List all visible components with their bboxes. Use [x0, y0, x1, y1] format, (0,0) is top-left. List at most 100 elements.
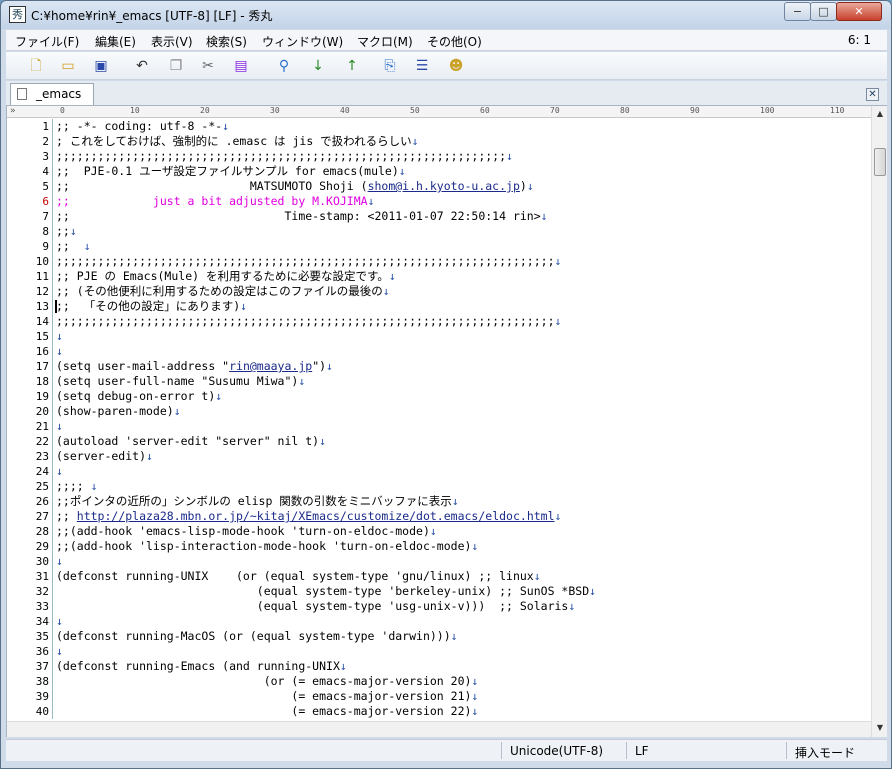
code-line[interactable]: ;;ポインタの近所の」シンボルの elisp 関数の引数をミニバッファに表示↓: [56, 494, 459, 509]
line-number[interactable]: 3: [42, 149, 49, 164]
code-line[interactable]: (setq debug-on-error t)↓: [56, 389, 222, 404]
code-line[interactable]: (defconst running-MacOS (or (equal syste…: [56, 629, 458, 644]
line-number[interactable]: 9: [42, 239, 49, 254]
code-line[interactable]: ;; just a bit adjusted by M.KOJIMA↓: [56, 194, 375, 209]
line-number[interactable]: 28: [36, 524, 49, 539]
line-number[interactable]: 13: [36, 299, 49, 314]
maximize-button[interactable]: □: [810, 2, 837, 21]
line-number[interactable]: 26: [36, 494, 49, 509]
code-line[interactable]: ;; 「その他の設定」にあります)↓: [56, 299, 247, 314]
minimize-button[interactable]: −: [784, 2, 811, 21]
line-number[interactable]: 17: [36, 359, 49, 374]
cut-icon[interactable]: ✂: [198, 56, 218, 76]
code-line[interactable]: (equal system-type 'berkeley-unix) ;; Su…: [56, 584, 596, 599]
line-number[interactable]: 15: [36, 329, 49, 344]
line-number[interactable]: 14: [36, 314, 49, 329]
scroll-down-icon[interactable]: ▼: [873, 721, 887, 735]
code-line[interactable]: ;;(add-hook 'lisp-interaction-mode-hook …: [56, 539, 478, 554]
line-number[interactable]: 7: [42, 209, 49, 224]
code-line[interactable]: ;; PJE-0.1 ユーザ設定ファイルサンプル for emacs(mule)…: [56, 164, 406, 179]
line-number[interactable]: 4: [42, 164, 49, 179]
code-line[interactable]: ;;;;;;;;;;;;;;;;;;;;;;;;;;;;;;;;;;;;;;;;…: [56, 314, 561, 329]
line-number[interactable]: 11: [36, 269, 49, 284]
code-line[interactable]: ;;;; ↓: [56, 479, 98, 494]
line-number[interactable]: 12: [36, 284, 49, 299]
grep-icon[interactable]: ⎘: [380, 56, 400, 76]
menu-other[interactable]: その他(O): [427, 33, 482, 50]
code-line[interactable]: ↓: [56, 554, 63, 569]
code-line[interactable]: ↓: [56, 464, 63, 479]
text-editor[interactable]: » 0 10 20 30 40 50 60 70 80 90 100 110 1 2 3 4 5 6 7 8 9 10 1…: [6, 105, 887, 737]
tab-close-icon[interactable]: ✕: [866, 88, 879, 101]
line-number[interactable]: 39: [36, 689, 49, 704]
line-number[interactable]: 22: [36, 434, 49, 449]
hidemaru-app-icon[interactable]: 秀: [9, 6, 26, 23]
editor-text-area[interactable]: ;; -*- coding: utf-8 -*-↓; これをしておけば、強制的に…: [54, 119, 870, 719]
code-line[interactable]: ;; PJE の Emacs(Mule) を利用するために必要な設定です。↓: [56, 269, 396, 284]
line-number[interactable]: 16: [36, 344, 49, 359]
status-input-mode[interactable]: 挿入モード: [795, 744, 855, 761]
code-line[interactable]: ;; (その他便利に利用するための設定はこのファイルの最後の↓: [56, 284, 390, 299]
line-number[interactable]: 10: [36, 254, 49, 269]
menu-search[interactable]: 検索(S): [206, 33, 247, 50]
code-line[interactable]: (autoload 'server-edit "server" nil t)↓: [56, 434, 326, 449]
line-number[interactable]: 29: [36, 539, 49, 554]
status-encoding[interactable]: Unicode(UTF-8): [510, 744, 603, 758]
code-line[interactable]: ↓: [56, 329, 63, 344]
paste-icon[interactable]: ▤: [231, 56, 251, 76]
line-number[interactable]: 21: [36, 419, 49, 434]
code-line[interactable]: (= emacs-major-version 22)↓: [56, 704, 478, 719]
code-line[interactable]: ↓: [56, 419, 63, 434]
scroll-up-icon[interactable]: ▲: [873, 107, 887, 121]
title-bar[interactable]: 秀 C:¥home¥rin¥_emacs [UTF-8] [LF] - 秀丸 −…: [1, 1, 891, 29]
line-number[interactable]: 1: [42, 119, 49, 134]
code-line[interactable]: (server-edit)↓: [56, 449, 153, 464]
line-number[interactable]: 36: [36, 644, 49, 659]
menu-view[interactable]: 表示(V): [151, 33, 193, 50]
line-number[interactable]: 25: [36, 479, 49, 494]
line-number[interactable]: 20: [36, 404, 49, 419]
line-number[interactable]: 32: [36, 584, 49, 599]
open-folder-icon[interactable]: ▭: [58, 56, 78, 76]
code-line[interactable]: (setq user-full-name "Susumu Miwa")↓: [56, 374, 305, 389]
code-line[interactable]: ↓: [56, 614, 63, 629]
menu-file[interactable]: ファイル(F): [15, 33, 79, 50]
line-number[interactable]: 24: [36, 464, 49, 479]
line-number[interactable]: 35: [36, 629, 49, 644]
code-line[interactable]: (setq user-mail-address "rin@maaya.jp")↓: [56, 359, 333, 374]
code-line[interactable]: ;;↓: [56, 224, 77, 239]
code-line[interactable]: ↓: [56, 344, 63, 359]
code-line[interactable]: (equal system-type 'usg-unix-v))) ;; Sol…: [56, 599, 576, 614]
line-number[interactable]: 18: [36, 374, 49, 389]
line-number[interactable]: 31: [36, 569, 49, 584]
code-line[interactable]: ;; MATSUMOTO Shoji (shom@i.h.kyoto-u.ac.…: [56, 179, 534, 194]
code-line[interactable]: (or (= emacs-major-version 20)↓: [56, 674, 479, 689]
code-line[interactable]: ;; Time-stamp: <2011-01-07 22:50:14 rin>…: [56, 209, 548, 224]
line-number[interactable]: 19: [36, 389, 49, 404]
code-line[interactable]: ;;;;;;;;;;;;;;;;;;;;;;;;;;;;;;;;;;;;;;;;…: [56, 149, 513, 164]
find-up-icon[interactable]: ↑: [342, 56, 362, 76]
line-number-gutter[interactable]: 1 2 3 4 5 6 7 8 9 10 11 12 13 14 15 16 17 18 19 20 21 22 23 24 2…: [7, 119, 53, 719]
split-window-icon[interactable]: ☰: [412, 56, 432, 76]
line-number[interactable]: 33: [36, 599, 49, 614]
line-number[interactable]: 30: [36, 554, 49, 569]
find-icon[interactable]: ⚲: [274, 56, 294, 76]
new-file-icon[interactable]: 🗋: [26, 56, 46, 76]
menu-macro[interactable]: マクロ(M): [357, 33, 413, 50]
code-line[interactable]: (= emacs-major-version 21)↓: [56, 689, 478, 704]
scroll-thumb[interactable]: [874, 148, 886, 176]
code-line[interactable]: ; これをしておけば、強制的に .emasc は jis で扱われるらしい↓: [56, 134, 419, 149]
code-line[interactable]: ↓: [56, 644, 63, 659]
line-number[interactable]: 38: [36, 674, 49, 689]
code-line[interactable]: (defconst running-Emacs (and running-UNI…: [56, 659, 347, 674]
line-number[interactable]: 40: [36, 704, 49, 719]
line-number[interactable]: 6: [42, 194, 49, 209]
save-icon[interactable]: ▣: [91, 56, 111, 76]
menu-edit[interactable]: 編集(E): [95, 33, 136, 50]
line-number[interactable]: 2: [42, 134, 49, 149]
code-line[interactable]: ;; http://plaza28.mbn.or.jp/~kitaj/XEmac…: [56, 509, 561, 524]
line-number[interactable]: 37: [36, 659, 49, 674]
line-number[interactable]: 5: [42, 179, 49, 194]
code-line[interactable]: ;; -*- coding: utf-8 -*-↓: [56, 119, 229, 134]
code-line[interactable]: ;;;;;;;;;;;;;;;;;;;;;;;;;;;;;;;;;;;;;;;;…: [56, 254, 561, 269]
